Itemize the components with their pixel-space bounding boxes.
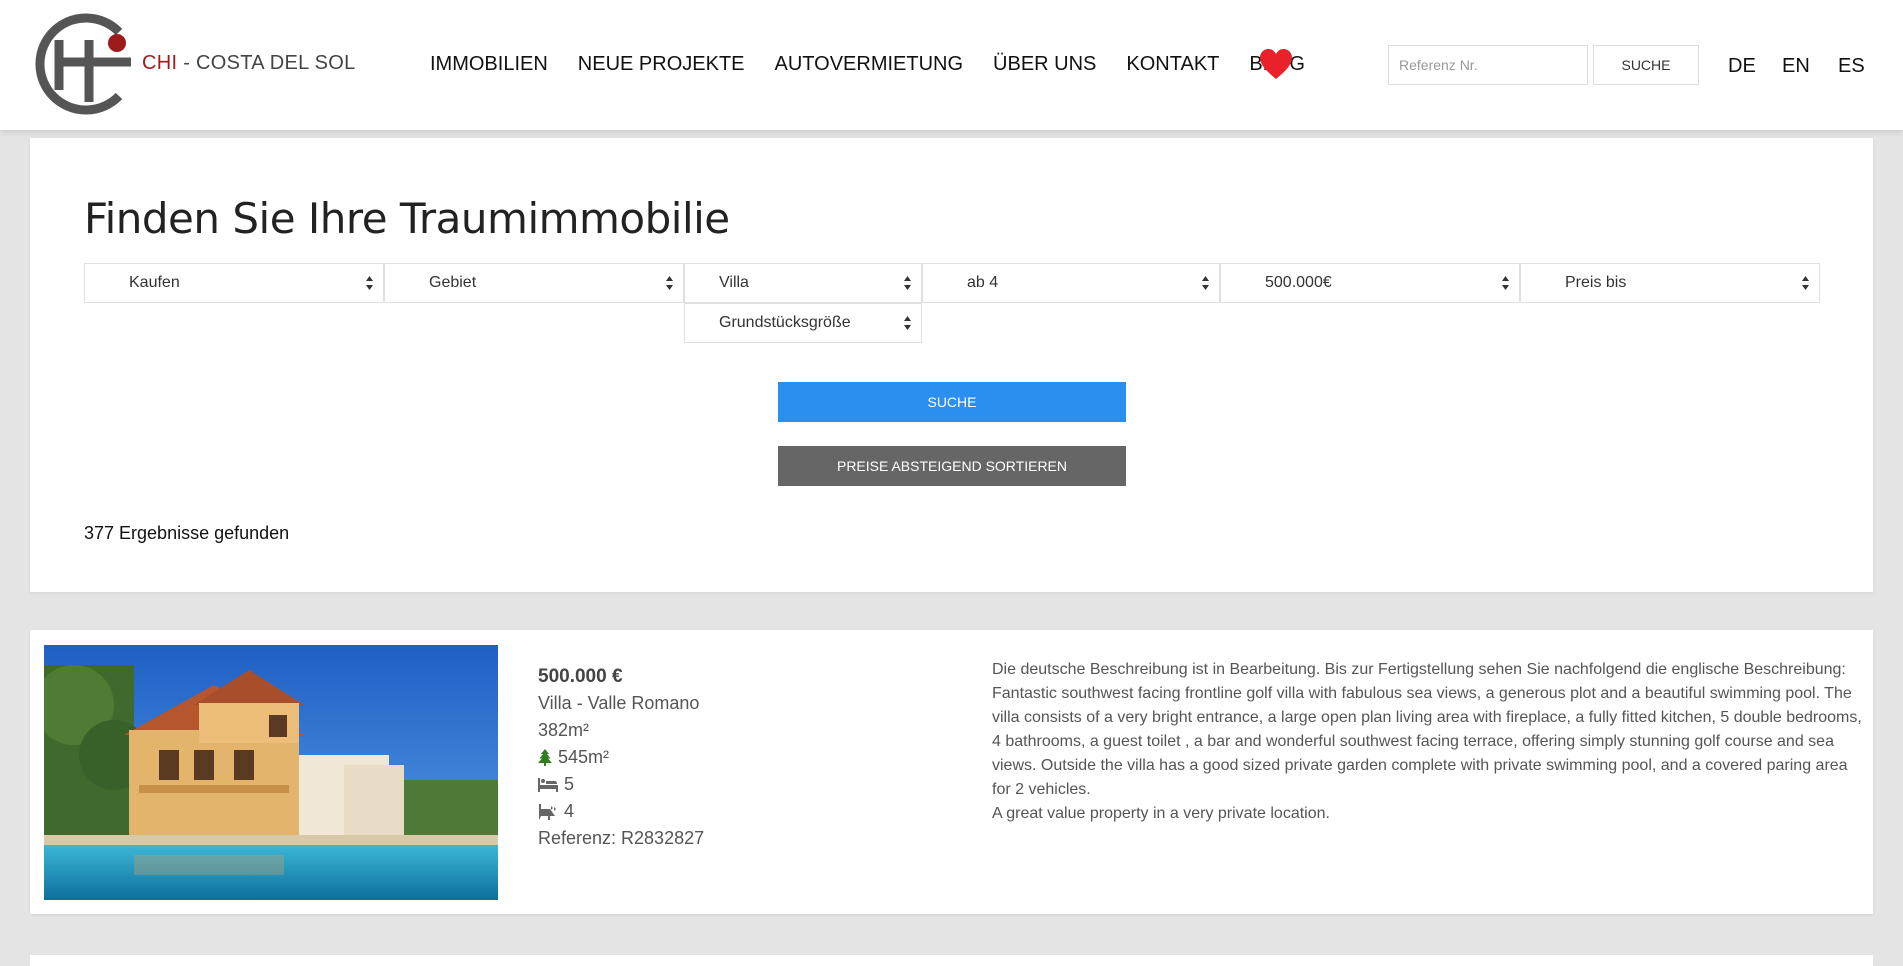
listing-bathrooms: 4 xyxy=(564,801,575,821)
sort-price-desc-button[interactable]: PREISE ABSTEIGEND SORTIEREN xyxy=(778,446,1126,486)
property-search-panel: Finden Sie Ihre Traumimmobilie Kaufen Ge… xyxy=(30,138,1873,592)
property-photo[interactable] xyxy=(44,645,498,900)
listing-description-line: A great value property in a very private… xyxy=(992,805,1330,822)
price-from-select-value: 500.000€ xyxy=(1265,274,1332,291)
listing-info: 500.000 € Villa - Valle Romano 382m² 545… xyxy=(538,663,704,852)
listing-bedrooms-row: 5 xyxy=(538,771,704,798)
plot-size-select-value: Grundstücksgröße xyxy=(719,314,851,331)
listing-bathrooms-row: 4 xyxy=(538,798,704,825)
bedrooms-select[interactable]: ab 4 xyxy=(922,263,1220,303)
logo-brand: CHI xyxy=(142,52,178,74)
nav-autovermietung[interactable]: AUTOVERMIETUNG xyxy=(775,53,964,76)
nav-kontakt[interactable]: KONTAKT xyxy=(1126,53,1219,76)
lang-en[interactable]: EN xyxy=(1782,55,1810,78)
listing-reference: Referenz: R2832827 xyxy=(538,828,705,848)
nav-immobilien[interactable]: IMMOBILIEN xyxy=(430,53,548,76)
price-from-select[interactable]: 500.000€ xyxy=(1220,263,1520,303)
operation-select-value: Kaufen xyxy=(129,274,180,291)
listing-plot-size: 545m² xyxy=(558,747,610,767)
logo-mark-icon xyxy=(35,13,131,115)
main-nav: IMMOBILIEN NEUE PROJEKTE AUTOVERMIETUNG … xyxy=(430,53,1335,76)
reference-search-input[interactable] xyxy=(1388,45,1588,85)
area-select[interactable]: Gebiet xyxy=(384,263,684,303)
nav-neue-projekte[interactable]: NEUE PROJEKTE xyxy=(578,53,745,76)
price-to-select[interactable]: Preis bis xyxy=(1520,263,1820,303)
logo-name: COSTA DEL SOL xyxy=(196,52,356,74)
select-arrows-icon xyxy=(1502,276,1509,290)
logo-text: CHI - COSTA DEL SOL xyxy=(142,52,356,75)
property-type-select-value: Villa xyxy=(719,274,749,291)
listing-description-line: Fantastic southwest facing frontline gol… xyxy=(992,685,1862,798)
select-arrows-icon xyxy=(904,316,911,330)
heart-icon[interactable] xyxy=(1259,48,1293,80)
site-header: CHI - COSTA DEL SOL IMMOBILIEN NEUE PROJ… xyxy=(0,0,1903,130)
listing-description: Die deutsche Beschreibung ist in Bearbei… xyxy=(992,658,1862,826)
listing-built-size: 382m² xyxy=(538,720,590,740)
next-listing-card-edge xyxy=(30,955,1873,966)
operation-select[interactable]: Kaufen xyxy=(84,263,384,303)
result-count: 377 Ergebnisse gefunden xyxy=(84,523,290,543)
listing-title[interactable]: Villa - Valle Romano xyxy=(538,690,704,717)
area-select-value: Gebiet xyxy=(429,274,477,291)
tree-icon xyxy=(538,749,552,766)
select-arrows-icon xyxy=(1802,276,1809,290)
bed-icon xyxy=(538,777,558,792)
logo-separator: - xyxy=(177,52,197,74)
property-type-select[interactable]: Villa xyxy=(684,263,922,303)
nav-ueber-uns[interactable]: ÜBER UNS xyxy=(993,53,1096,76)
property-listing-card[interactable]: 500.000 € Villa - Valle Romano 382m² 545… xyxy=(30,630,1873,914)
price-to-select-value: Preis bis xyxy=(1565,274,1627,291)
plot-size-select[interactable]: Grundstücksgröße xyxy=(684,303,922,343)
page-title: Finden Sie Ihre Traumimmobilie xyxy=(84,194,730,243)
listing-description-line: Die deutsche Beschreibung ist in Bearbei… xyxy=(992,661,1846,678)
bedrooms-select-value: ab 4 xyxy=(967,274,999,291)
select-arrows-icon xyxy=(904,276,911,290)
listing-plot-size-row: 545m² xyxy=(538,744,704,771)
select-arrows-icon xyxy=(666,276,673,290)
reference-search-button[interactable]: SUCHE xyxy=(1593,45,1699,85)
site-logo[interactable]: CHI - COSTA DEL SOL xyxy=(27,12,355,118)
listing-price: 500.000 € xyxy=(538,666,623,687)
bath-icon xyxy=(539,803,556,820)
lang-es[interactable]: ES xyxy=(1838,55,1865,78)
listing-bedrooms: 5 xyxy=(564,774,575,794)
select-arrows-icon xyxy=(1202,276,1209,290)
search-button[interactable]: SUCHE xyxy=(778,382,1126,422)
lang-de[interactable]: DE xyxy=(1728,55,1756,78)
select-arrows-icon xyxy=(366,276,373,290)
